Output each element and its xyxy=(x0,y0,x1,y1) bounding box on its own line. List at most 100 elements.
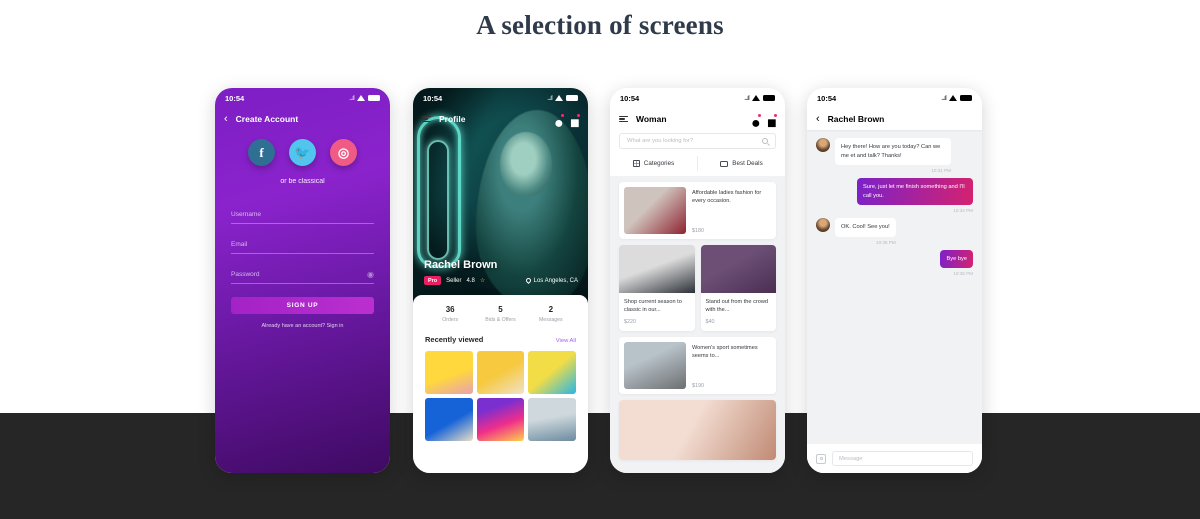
back-icon[interactable]: ‹ xyxy=(816,113,820,125)
email-field[interactable]: Email xyxy=(231,237,374,254)
nav-bar: ‹ Create Account xyxy=(215,108,390,130)
chat-contact-name: Rachel Brown xyxy=(827,114,885,124)
camera-icon[interactable] xyxy=(816,453,826,464)
screen-title: Create Account xyxy=(235,114,299,124)
signal-icon: ...ıl xyxy=(744,94,750,102)
email-placeholder: Email xyxy=(231,241,248,248)
eye-icon[interactable]: ◉ xyxy=(367,270,374,279)
nav-bar: ‹ Rachel Brown xyxy=(807,108,982,130)
status-bar: 10:54 ...ıl xyxy=(610,88,785,108)
battery-icon xyxy=(763,95,775,101)
location-label: Los Angeles, CA xyxy=(533,277,578,284)
dribbble-icon[interactable]: ◎ xyxy=(330,139,357,166)
username-placeholder: Username xyxy=(231,211,261,218)
grid-thumb[interactable] xyxy=(528,351,576,394)
portrait-face-decor xyxy=(500,132,552,196)
facebook-icon[interactable]: f xyxy=(248,139,275,166)
product-card[interactable]: Women's sport sometimes seems to... $190 xyxy=(619,337,776,395)
password-placeholder: Password xyxy=(231,271,260,278)
screen-title: Profile xyxy=(439,114,466,124)
pro-badge: Pro xyxy=(424,276,442,285)
cart-icon[interactable]: ■ xyxy=(767,113,777,132)
message-row-incoming: Hey there! How are you today? Can we me … xyxy=(816,138,973,173)
grid-thumb[interactable] xyxy=(476,351,525,394)
product-price: $190 xyxy=(692,383,704,390)
message-input[interactable]: Message xyxy=(832,451,973,466)
profile-hero: 10:54 ...ıl Profile ● ■ Rachel Brown Pro… xyxy=(413,88,588,303)
stat-bids-offers[interactable]: 5 Bids & Offers xyxy=(475,305,525,323)
status-time: 10:54 xyxy=(817,93,837,103)
menu-icon[interactable] xyxy=(422,114,431,124)
grid-thumb[interactable] xyxy=(528,398,576,441)
product-card[interactable]: Stand out from the crowd with the... $40 xyxy=(700,245,776,332)
search-icon[interactable] xyxy=(762,138,768,144)
chat-thread: Hey there! How are you today? Can we me … xyxy=(807,130,982,444)
phone-screen-catalog: 10:54 ...ıl Woman ● ■ What are you looki… xyxy=(610,88,785,473)
stats-row: 36 Orders 5 Bids & Offers 2 Messages xyxy=(425,305,576,323)
message-row-incoming: OK. Cool! See you! 10:35 PM xyxy=(816,218,973,245)
message-timestamp: 10:34 PM xyxy=(953,208,973,214)
message-row-outgoing: Bye bye 10:36 PM xyxy=(816,249,973,277)
stat-value: 5 xyxy=(498,305,503,314)
search-input[interactable]: What are you looking for? xyxy=(619,133,776,149)
neon-shape-inner-decor xyxy=(427,140,449,260)
product-image xyxy=(624,187,686,234)
signal-icon: ...ıl xyxy=(941,94,947,102)
grid-thumb[interactable] xyxy=(425,398,473,441)
tab-best-deals[interactable]: Best Deals xyxy=(697,156,785,171)
wifi-icon xyxy=(357,95,365,101)
password-field[interactable]: Password ◉ xyxy=(231,267,374,284)
catalog-tabs: Categories Best Deals xyxy=(610,156,785,171)
screen-title: Woman xyxy=(636,114,667,124)
location-pin-icon xyxy=(524,276,532,285)
message-timestamp: 10:36 PM xyxy=(953,271,973,277)
twitter-icon[interactable]: 🐦 xyxy=(289,139,316,166)
product-price: $220 xyxy=(624,319,636,326)
avatar xyxy=(816,138,830,152)
product-card[interactable] xyxy=(619,400,776,461)
message-bubble: OK. Cool! See you! xyxy=(835,218,896,237)
stat-label: Orders xyxy=(442,317,459,323)
message-composer: Message xyxy=(807,444,982,473)
sign-in-link[interactable]: Already have an account? Sign in xyxy=(215,323,390,329)
status-time: 10:54 xyxy=(620,93,640,103)
stat-orders[interactable]: 36 Orders xyxy=(425,305,475,323)
menu-icon[interactable] xyxy=(619,114,628,124)
battery-icon xyxy=(368,95,380,101)
view-all-link[interactable]: View All xyxy=(556,338,576,344)
product-image xyxy=(624,342,686,390)
tab-categories[interactable]: Categories xyxy=(610,156,697,171)
page-title: A selection of screens xyxy=(476,10,724,40)
recently-viewed-header: Recently viewed View All xyxy=(425,335,576,344)
sign-up-button[interactable]: SIGN UP xyxy=(231,297,374,314)
product-card[interactable]: Affordable ladies fashion for every occa… xyxy=(619,182,776,239)
grid-thumb[interactable] xyxy=(476,398,525,441)
product-description: Women's sport sometimes seems to... xyxy=(692,345,758,360)
signal-icon: ...ıl xyxy=(547,94,553,102)
footer-band xyxy=(0,413,1200,519)
product-card[interactable]: Shop current season to classic in our...… xyxy=(619,245,695,332)
product-image xyxy=(700,245,776,293)
stat-messages[interactable]: 2 Messages xyxy=(526,305,576,323)
username-field[interactable]: Username xyxy=(231,207,374,224)
product-image xyxy=(619,245,695,293)
cart-icon[interactable]: ■ xyxy=(570,113,580,132)
tab-label: Categories xyxy=(643,160,675,167)
battery-icon xyxy=(960,95,972,101)
phone-screen-chat: 10:54 ...ıl ‹ Rachel Brown Hey there! Ho… xyxy=(807,88,982,473)
nav-bar: Profile ● ■ xyxy=(413,108,588,132)
signup-form: Username Email Password ◉ xyxy=(215,207,390,284)
signal-icon: ...ıl xyxy=(349,94,355,102)
profile-panel: 36 Orders 5 Bids & Offers 2 Messages Rec… xyxy=(413,295,588,473)
back-icon[interactable]: ‹ xyxy=(224,113,228,125)
wifi-icon xyxy=(555,95,563,101)
product-price: $40 xyxy=(705,319,715,326)
message-bubble: Bye bye xyxy=(940,249,973,269)
status-bar: 10:54 ...ıl xyxy=(807,88,982,108)
share-icon[interactable]: ● xyxy=(751,113,761,132)
message-row-outgoing: Sure, just let me finish something and I… xyxy=(816,178,973,213)
stat-value: 2 xyxy=(548,305,554,314)
share-icon[interactable]: ● xyxy=(554,113,564,132)
grid-thumb[interactable] xyxy=(425,351,473,394)
product-image xyxy=(619,400,776,461)
